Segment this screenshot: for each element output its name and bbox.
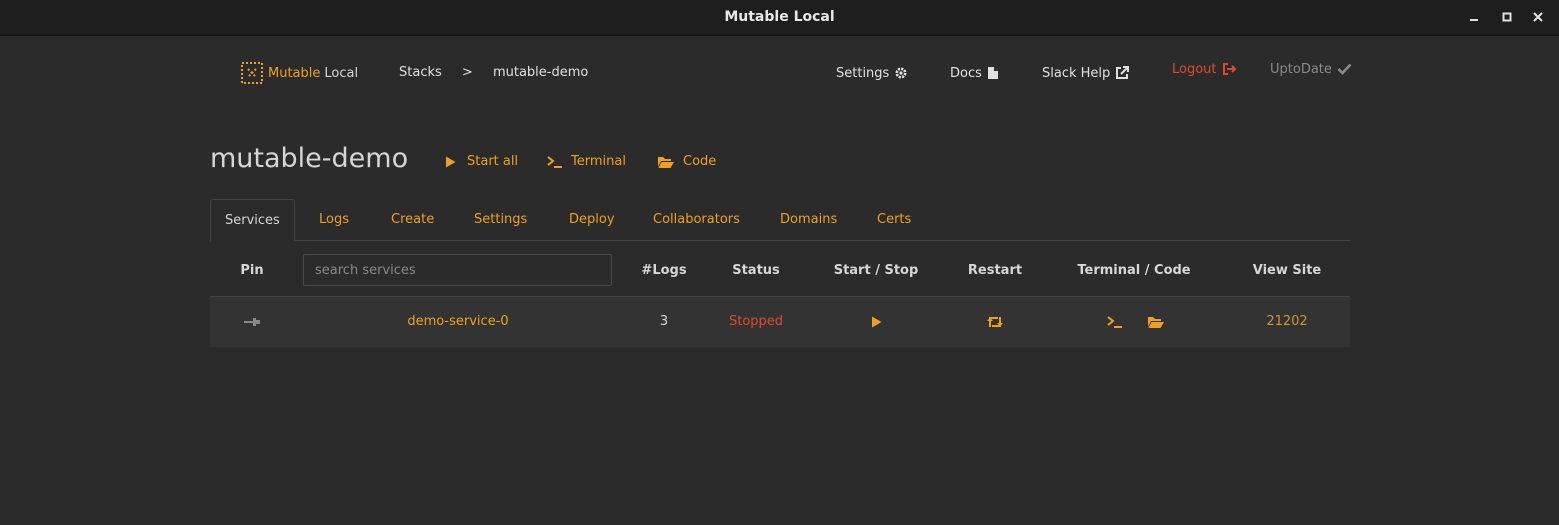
pin-icon <box>244 317 260 326</box>
status-badge: Stopped <box>728 314 784 329</box>
service-name-link[interactable]: demo-service-0 <box>304 297 612 347</box>
terminal-icon <box>547 155 562 168</box>
nav-uptodate: UptoDate <box>1270 56 1352 82</box>
service-terminal-button[interactable] <box>1105 297 1125 347</box>
close-button[interactable] <box>1530 9 1546 25</box>
brand-name-rest: Local <box>324 65 359 81</box>
terminal-button[interactable]: Terminal <box>547 154 626 169</box>
brand-logo[interactable]: Mutable Local <box>241 60 358 86</box>
nav-settings[interactable]: Settings <box>836 60 908 86</box>
restart-service-button[interactable] <box>945 297 1045 347</box>
nav-docs-label: Docs <box>950 65 982 81</box>
code-button[interactable]: Code <box>657 154 716 169</box>
logout-icon <box>1222 63 1236 75</box>
logo-icon <box>241 62 263 84</box>
close-icon <box>1533 12 1543 22</box>
pin-button[interactable] <box>210 297 294 347</box>
breadcrumb: Stacks > mutable-demo <box>399 60 588 86</box>
play-icon <box>446 156 456 167</box>
check-icon <box>1337 63 1352 75</box>
maximize-button[interactable] <box>1499 9 1515 25</box>
nav-uptodate-label: UptoDate <box>1270 61 1332 77</box>
header-status: Status <box>732 263 780 278</box>
tab-bar: Services Logs Create Settings Deploy Col… <box>210 199 1350 242</box>
brand-name-accent: Mutable <box>268 65 321 81</box>
code-label: Code <box>683 154 717 169</box>
header-logs: #Logs <box>641 263 687 278</box>
play-icon <box>871 316 881 327</box>
nav-docs[interactable]: Docs <box>950 60 999 86</box>
window-title: Mutable Local <box>724 9 835 25</box>
window-titlebar: Mutable Local <box>0 0 1559 36</box>
header-restart: Restart <box>967 263 1023 278</box>
tab-domains[interactable]: Domains <box>780 199 837 239</box>
header-terminal-code: Terminal / Code <box>1077 263 1191 278</box>
external-link-icon <box>1116 66 1130 79</box>
breadcrumb-current: mutable-demo <box>492 65 589 80</box>
service-log-count[interactable]: 3 <box>624 297 704 347</box>
start-service-button[interactable] <box>816 297 936 347</box>
breadcrumb-stacks[interactable]: Stacks <box>399 65 442 80</box>
search-services-input[interactable] <box>303 254 612 286</box>
start-all-button[interactable]: Start all <box>445 154 518 169</box>
document-icon <box>987 67 998 79</box>
header-start-stop: Start / Stop <box>833 263 919 278</box>
tab-create[interactable]: Create <box>391 199 434 239</box>
terminal-label: Terminal <box>571 154 626 169</box>
tab-deploy[interactable]: Deploy <box>569 199 615 239</box>
nav-slack-help[interactable]: Slack Help <box>1042 60 1130 86</box>
services-table-header: Pin #Logs Status Start / Stop Restart Te… <box>210 254 1350 297</box>
tab-settings[interactable]: Settings <box>474 199 527 239</box>
header-view-site: View Site <box>1252 263 1322 278</box>
gear-icon <box>895 67 907 79</box>
nav-logout[interactable]: Logout <box>1172 56 1237 82</box>
breadcrumb-separator: > <box>461 65 473 80</box>
minimize-button[interactable] <box>1466 9 1482 25</box>
nav-slack-help-label: Slack Help <box>1042 65 1111 81</box>
tab-logs[interactable]: Logs <box>319 199 349 239</box>
terminal-icon <box>1107 315 1122 328</box>
tab-certs[interactable]: Certs <box>877 199 911 239</box>
service-code-button[interactable] <box>1145 297 1167 347</box>
minimize-icon <box>1470 19 1478 21</box>
start-all-label: Start all <box>467 154 519 169</box>
view-site-link[interactable]: 21202 <box>1237 297 1337 347</box>
tab-collaborators[interactable]: Collaborators <box>653 199 740 239</box>
nav-logout-label: Logout <box>1172 61 1217 77</box>
table-row: demo-service-0 3 Stopped 21202 <box>210 297 1350 347</box>
stack-title: mutable-demo <box>210 143 409 174</box>
retweet-icon <box>987 316 1003 327</box>
nav-settings-label: Settings <box>836 65 890 81</box>
tab-services[interactable]: Services <box>210 199 295 242</box>
folder-open-icon <box>658 156 674 168</box>
header-pin: Pin <box>240 263 264 278</box>
folder-open-icon <box>1148 316 1164 328</box>
maximize-icon <box>1502 12 1512 22</box>
